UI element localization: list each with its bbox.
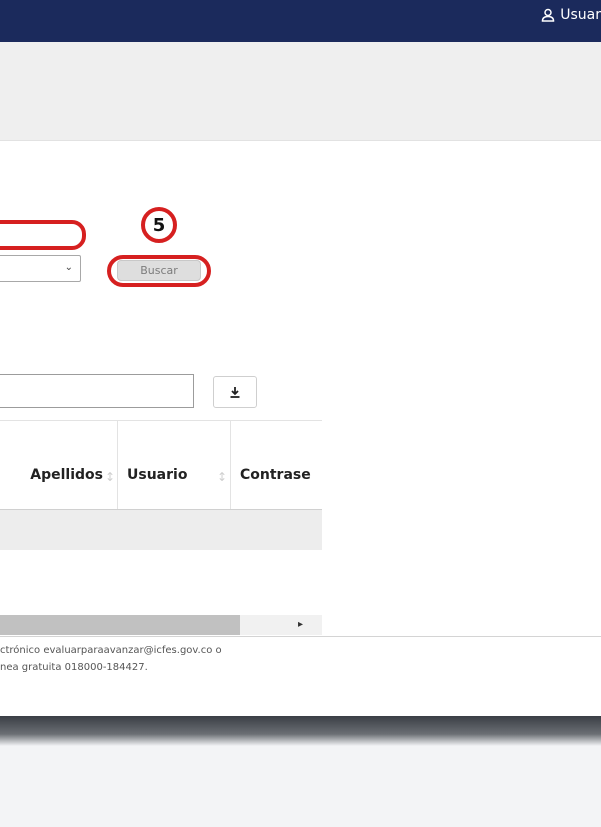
- column-header-usuario[interactable]: Usuario ↕: [117, 421, 230, 509]
- download-button[interactable]: [213, 376, 257, 408]
- sort-icon: ↕: [104, 470, 115, 484]
- column-label: Contrase: [240, 467, 311, 483]
- download-icon: [229, 383, 241, 402]
- footer-contact-text: ctrónico evaluarparaavanzar@icfes.gov.co…: [0, 642, 340, 676]
- chevron-down-icon: ⌄: [64, 262, 73, 273]
- column-header-contrasena[interactable]: Contrase: [230, 421, 322, 509]
- sort-icon: ↕: [216, 470, 227, 484]
- scrollbar-thumb[interactable]: [0, 615, 240, 635]
- footer-line-phone: nea gratuita 018000-184427.: [0, 662, 148, 673]
- user-icon: [541, 8, 555, 22]
- top-navigation-bar: Usuar: [0, 0, 601, 42]
- search-button[interactable]: Buscar: [117, 260, 201, 281]
- breadcrumb-bar: [0, 42, 601, 141]
- table-row: [0, 510, 322, 550]
- scroll-right-icon[interactable]: ▸: [298, 619, 303, 630]
- search-text-field[interactable]: [0, 220, 86, 250]
- column-label: Usuario: [127, 467, 188, 483]
- column-header-apellidos[interactable]: Apellidos ↕: [0, 421, 117, 509]
- step-number-badge: 5: [141, 207, 177, 243]
- column-label: Apellidos: [30, 467, 103, 483]
- window-shadow: [0, 716, 601, 746]
- table-header: Apellidos ↕ Usuario ↕ Contrase: [0, 420, 322, 511]
- filter-select[interactable]: ⌄: [0, 255, 81, 282]
- footer-divider: [0, 636, 601, 637]
- footer-line-email: ctrónico evaluarparaavanzar@icfes.gov.co…: [0, 645, 222, 656]
- table-filter-input[interactable]: [0, 374, 194, 408]
- user-menu-label: Usuar: [560, 7, 601, 23]
- user-menu-link[interactable]: Usuar: [541, 7, 601, 23]
